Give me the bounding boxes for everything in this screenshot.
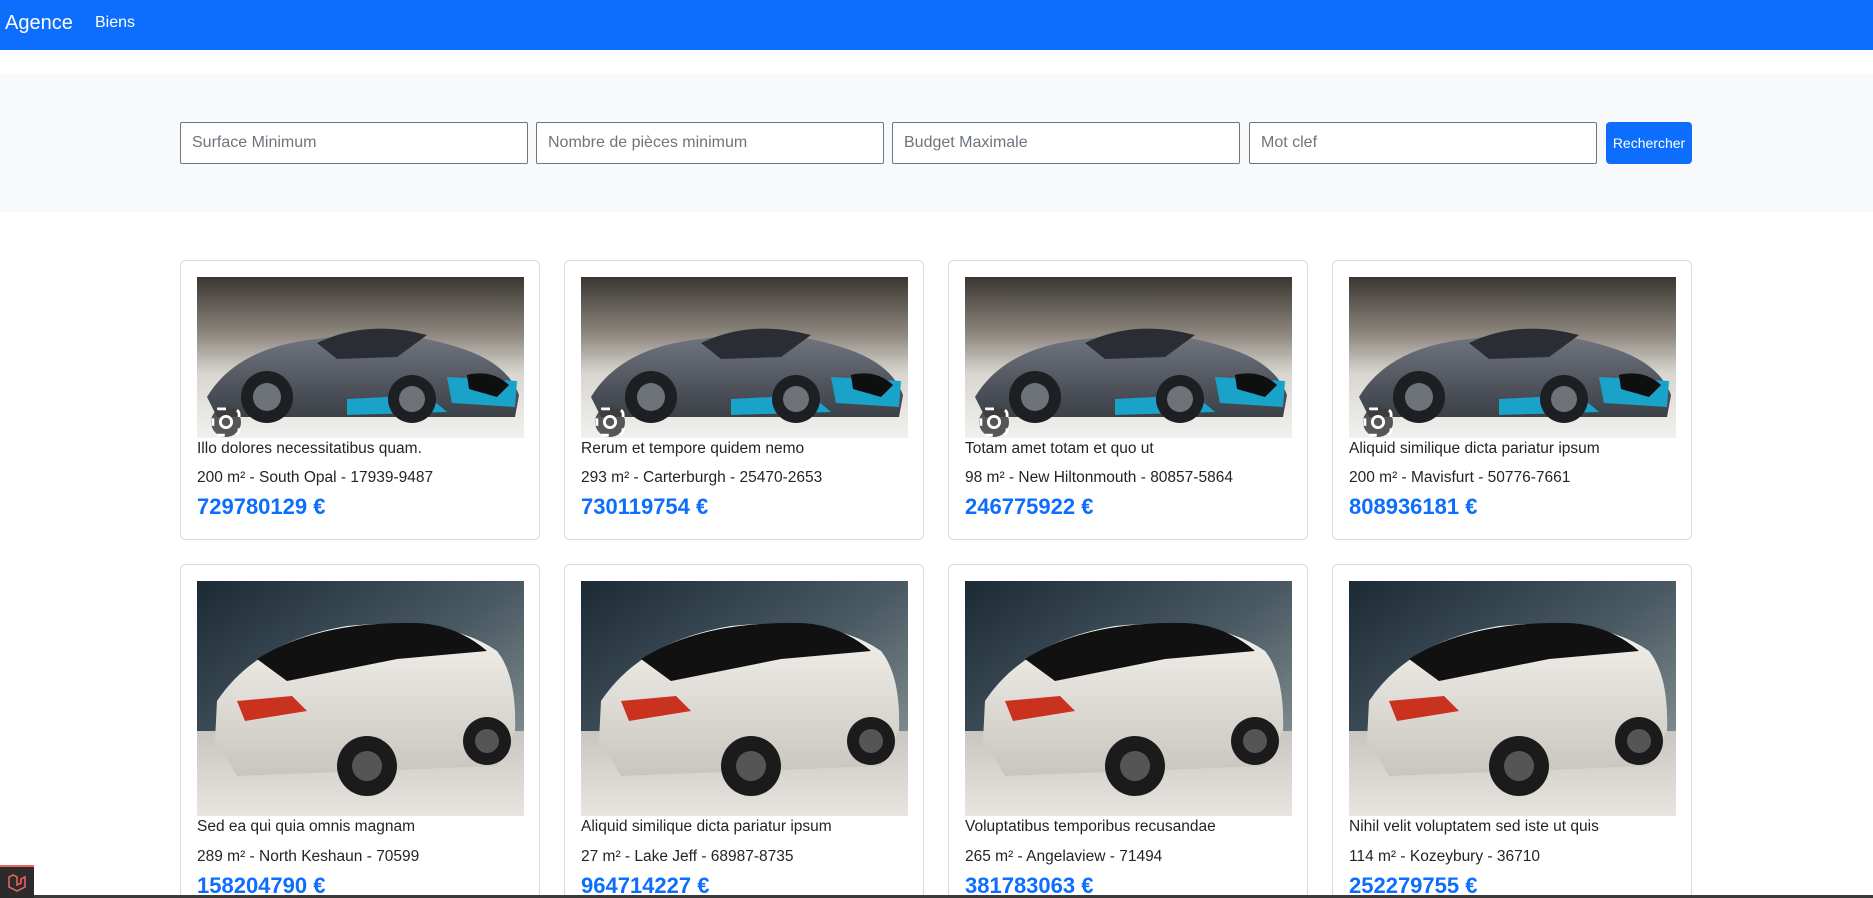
property-price: 729780129 € — [197, 494, 326, 519]
white-suv-photo — [581, 581, 908, 816]
navbar: Agence Biens — [0, 0, 1873, 50]
property-card[interactable]: Rerum et tempore quidem nemo 293 m² - Ca… — [564, 260, 924, 540]
sports-car-photo — [581, 277, 908, 438]
laravel-icon — [8, 873, 26, 892]
lens-icon[interactable] — [211, 407, 241, 437]
white-suv-photo — [197, 581, 524, 816]
sports-car-photo — [197, 277, 524, 438]
property-card[interactable]: Aliquid similique dicta pariatur ipsum 2… — [564, 564, 924, 898]
property-meta: 265 m² - Angelaview - 71494 — [965, 848, 1163, 865]
property-price: 808936181 € — [1349, 494, 1478, 519]
property-title[interactable]: Aliquid similique dicta pariatur ipsum — [1349, 440, 1600, 458]
lens-icon[interactable] — [595, 407, 625, 437]
property-meta: 98 m² - New Hiltonmouth - 80857-5864 — [965, 469, 1233, 486]
property-title[interactable]: Sed ea qui quia omnis magnam — [197, 818, 415, 836]
surface-min-input[interactable] — [180, 122, 528, 164]
property-meta: 293 m² - Carterburgh - 25470-2653 — [581, 469, 823, 486]
sports-car-photo — [1349, 277, 1676, 438]
search-form: Rechercher — [0, 74, 1873, 212]
property-meta: 289 m² - North Keshaun - 70599 — [197, 848, 420, 865]
white-suv-photo — [1349, 581, 1676, 816]
keyword-input[interactable] — [1249, 122, 1597, 164]
property-price: 730119754 € — [581, 494, 709, 519]
property-card[interactable]: Sed ea qui quia omnis magnam 289 m² - No… — [180, 564, 540, 898]
property-meta: 200 m² - Mavisfurt - 50776-7661 — [1349, 469, 1571, 486]
white-suv-photo — [965, 581, 1292, 816]
sports-car-photo — [965, 277, 1292, 438]
property-title[interactable]: Voluptatibus temporibus recusandae — [965, 818, 1216, 836]
property-title[interactable]: Totam amet totam et quo ut — [965, 440, 1154, 458]
debugbar-toggle[interactable] — [0, 865, 34, 898]
property-meta: 114 m² - Kozeybury - 36710 — [1349, 848, 1540, 865]
search-button[interactable]: Rechercher — [1606, 122, 1692, 164]
brand-link[interactable]: Agence — [5, 10, 73, 36]
property-card[interactable]: Totam amet totam et quo ut 98 m² - New H… — [948, 260, 1308, 540]
lens-icon[interactable] — [1363, 407, 1393, 437]
property-meta: 200 m² - South Opal - 17939-9487 — [197, 469, 434, 486]
rooms-min-input[interactable] — [536, 122, 884, 164]
budget-max-input[interactable] — [892, 122, 1240, 164]
property-title[interactable]: Nihil velit voluptatem sed iste ut quis — [1349, 818, 1599, 836]
property-title[interactable]: Illo dolores necessitatibus quam. — [197, 440, 422, 458]
property-meta: 27 m² - Lake Jeff - 68987-8735 — [581, 848, 794, 865]
property-card[interactable]: Aliquid similique dicta pariatur ipsum 2… — [1332, 260, 1692, 540]
property-price: 246775922 € — [965, 494, 1094, 519]
property-card[interactable]: Voluptatibus temporibus recusandae 265 m… — [948, 564, 1308, 898]
lens-icon[interactable] — [979, 407, 1009, 437]
property-card[interactable]: Nihil velit voluptatem sed iste ut quis … — [1332, 564, 1692, 898]
nav-link-biens[interactable]: Biens — [95, 13, 135, 33]
property-title[interactable]: Rerum et tempore quidem nemo — [581, 440, 804, 458]
property-title[interactable]: Aliquid similique dicta pariatur ipsum — [581, 818, 832, 836]
property-card[interactable]: Illo dolores necessitatibus quam. 200 m²… — [180, 260, 540, 540]
